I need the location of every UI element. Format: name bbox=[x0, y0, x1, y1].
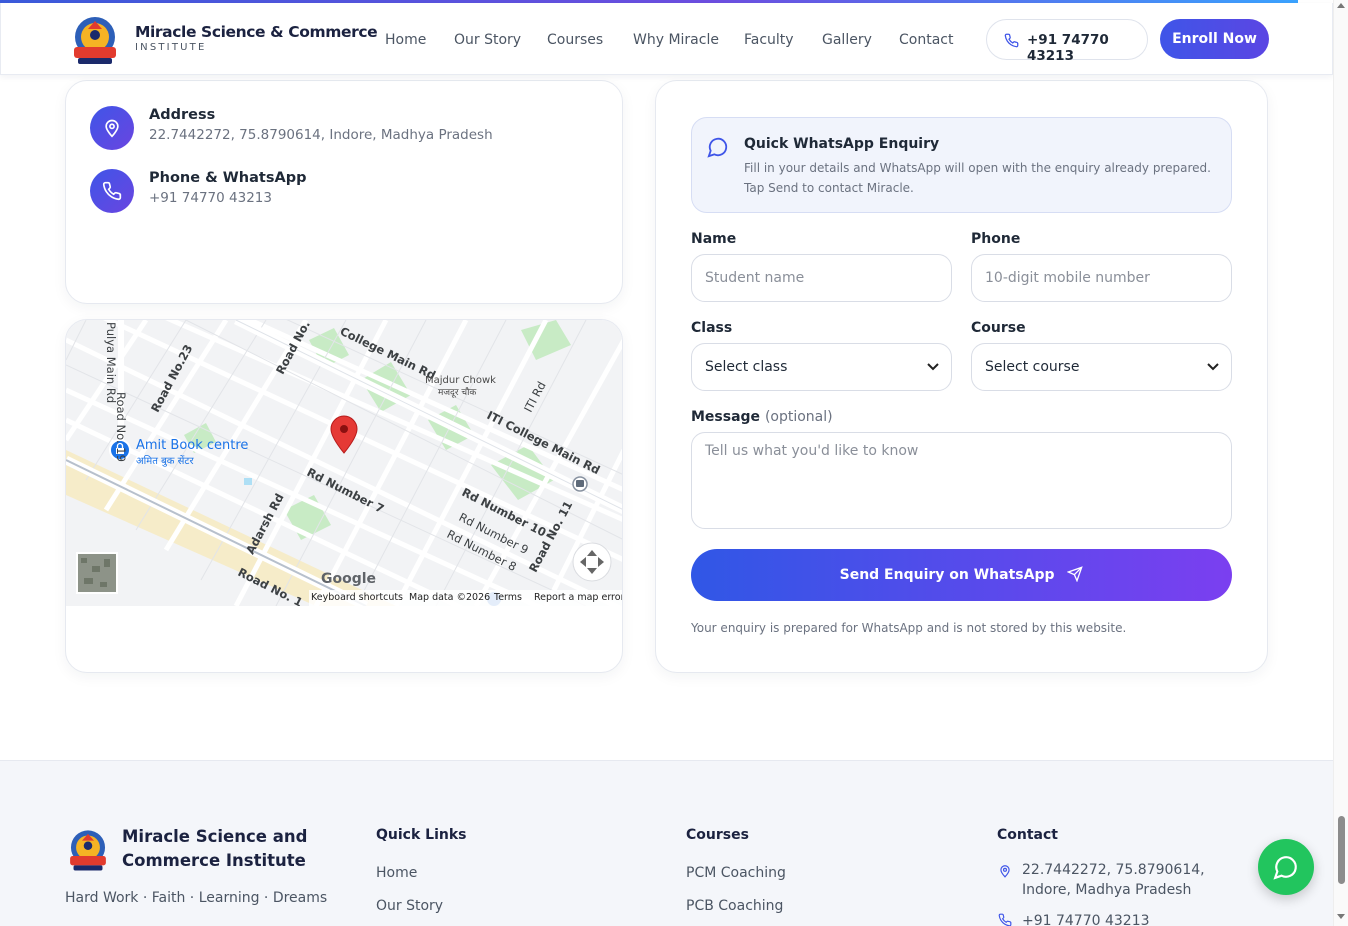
footer-course-pcb[interactable]: PCB Coaching bbox=[686, 898, 783, 914]
scrollbar-thumb[interactable] bbox=[1338, 816, 1345, 884]
contact-heading: Contact bbox=[997, 827, 1058, 843]
location-pin-icon bbox=[90, 106, 134, 150]
map-data-credit: Map data ©2026 bbox=[409, 592, 491, 603]
contact-info-card: Address 22.7442272, 75.8790614, Indore, … bbox=[65, 80, 623, 304]
phone-input[interactable]: 10-digit mobile number bbox=[971, 254, 1232, 302]
class-select[interactable]: Select class bbox=[691, 343, 952, 391]
footer-link-our-story[interactable]: Our Story bbox=[376, 898, 443, 914]
class-select-value: Select class bbox=[705, 359, 788, 375]
brand-subtitle: INSTITUTE bbox=[135, 42, 207, 53]
enquiry-title: Quick WhatsApp Enquiry bbox=[744, 136, 940, 152]
brand-name: Miracle Science & Commerce bbox=[135, 23, 378, 41]
nav-faculty[interactable]: Faculty bbox=[744, 32, 794, 48]
map-landmark-local: मजदूर चौक bbox=[438, 388, 477, 398]
quick-links-heading: Quick Links bbox=[376, 827, 467, 843]
phone-icon bbox=[1004, 33, 1019, 48]
scroll-up-arrow-icon[interactable] bbox=[1337, 3, 1345, 8]
footer-logo bbox=[65, 827, 111, 873]
message-optional-text: (optional) bbox=[764, 409, 833, 425]
phone-title: Phone & WhatsApp bbox=[149, 170, 307, 186]
brand-logo[interactable] bbox=[68, 13, 122, 67]
map-place-name-local: अमित बुक सेंटर bbox=[136, 456, 194, 467]
nav-why-miracle[interactable]: Why Miracle bbox=[633, 32, 719, 48]
map-road-label: Pulya Main Rd bbox=[104, 322, 118, 404]
footer-link-home[interactable]: Home bbox=[376, 865, 417, 881]
address-title: Address bbox=[149, 107, 216, 123]
brand[interactable]: Miracle Science & Commerce INSTITUTE bbox=[135, 23, 378, 53]
page-scrollbar[interactable] bbox=[1333, 0, 1348, 926]
phone-icon bbox=[90, 169, 134, 213]
header-phone-number: +91 74770 43213 bbox=[1027, 32, 1109, 64]
chat-bubble-icon bbox=[707, 137, 728, 158]
map-footer: Keyboard shortcuts Map data ©2026 Terms … bbox=[309, 590, 622, 606]
course-select[interactable]: Select course bbox=[971, 343, 1232, 391]
enquiry-description: Fill in your details and WhatsApp will o… bbox=[744, 161, 1211, 195]
footer-address: 22.7442272, 75.8790614, Indore, Madhya P… bbox=[1022, 862, 1205, 898]
send-icon bbox=[1066, 566, 1084, 583]
nav-courses[interactable]: Courses bbox=[547, 32, 603, 48]
header-phone-button[interactable]: +91 74770 43213 bbox=[986, 19, 1148, 64]
nav-home[interactable]: Home bbox=[385, 32, 426, 48]
map-place-name[interactable]: Amit Book centre bbox=[136, 438, 248, 453]
map-keyboard-shortcuts[interactable]: Keyboard shortcuts bbox=[311, 592, 403, 603]
embedded-map[interactable]: College Main Rd ITI College Main Rd Rd N… bbox=[66, 320, 622, 606]
chat-bubble-icon bbox=[1273, 856, 1297, 880]
courses-heading: Courses bbox=[686, 827, 749, 843]
message-label: Message (optional) bbox=[691, 409, 833, 425]
phone-label: Phone bbox=[971, 231, 1021, 247]
send-whatsapp-button[interactable]: Send Enquiry on WhatsApp bbox=[691, 549, 1232, 601]
name-input[interactable]: Student name bbox=[691, 254, 952, 302]
footer-course-pcm[interactable]: PCM Coaching bbox=[686, 865, 786, 881]
google-logo: Google bbox=[321, 571, 377, 587]
chevron-down-icon bbox=[927, 363, 939, 371]
phone-value[interactable]: +91 74770 43213 bbox=[149, 190, 272, 206]
footer-tagline: Hard Work · Faith · Learning · Dreams bbox=[65, 890, 328, 906]
map-terms[interactable]: Terms bbox=[494, 592, 522, 603]
nav-contact[interactable]: Contact bbox=[899, 32, 953, 48]
nav-gallery[interactable]: Gallery bbox=[822, 32, 872, 48]
form-note: Your enquiry is prepared for WhatsApp an… bbox=[691, 621, 1127, 635]
phone-icon bbox=[998, 913, 1012, 926]
floating-whatsapp-button[interactable] bbox=[1258, 839, 1314, 895]
message-textarea[interactable]: Tell us what you'd like to know bbox=[691, 432, 1232, 529]
course-select-value: Select course bbox=[985, 359, 1080, 375]
chevron-down-icon bbox=[1207, 363, 1219, 371]
enroll-now-button[interactable]: Enroll Now bbox=[1160, 19, 1269, 59]
footer-brand: Miracle Science and Commerce Institute bbox=[122, 827, 308, 870]
address-value: 22.7442272, 75.8790614, Indore, Madhya P… bbox=[149, 127, 493, 143]
footer-phone[interactable]: +91 74770 43213 bbox=[1022, 911, 1242, 926]
whatsapp-enquiry-banner: Quick WhatsApp Enquiry Fill in your deta… bbox=[691, 117, 1232, 213]
map-card: College Main Rd ITI College Main Rd Rd N… bbox=[65, 319, 623, 673]
send-button-label: Send Enquiry on WhatsApp bbox=[839, 567, 1055, 583]
site-header: Miracle Science & Commerce INSTITUTE Hom… bbox=[0, 3, 1333, 75]
message-label-text: Message bbox=[691, 409, 761, 425]
class-label: Class bbox=[691, 320, 733, 336]
nav-our-story[interactable]: Our Story bbox=[454, 32, 521, 48]
site-footer: Miracle Science and Commerce Institute H… bbox=[0, 760, 1333, 926]
name-label: Name bbox=[691, 231, 737, 247]
map-report-error[interactable]: Report a map error bbox=[534, 592, 622, 603]
course-label: Course bbox=[971, 320, 1026, 336]
scroll-down-arrow-icon[interactable] bbox=[1337, 914, 1345, 919]
location-pin-icon bbox=[1000, 865, 1010, 878]
enquiry-form-card: Quick WhatsApp Enquiry Fill in your deta… bbox=[655, 80, 1268, 673]
